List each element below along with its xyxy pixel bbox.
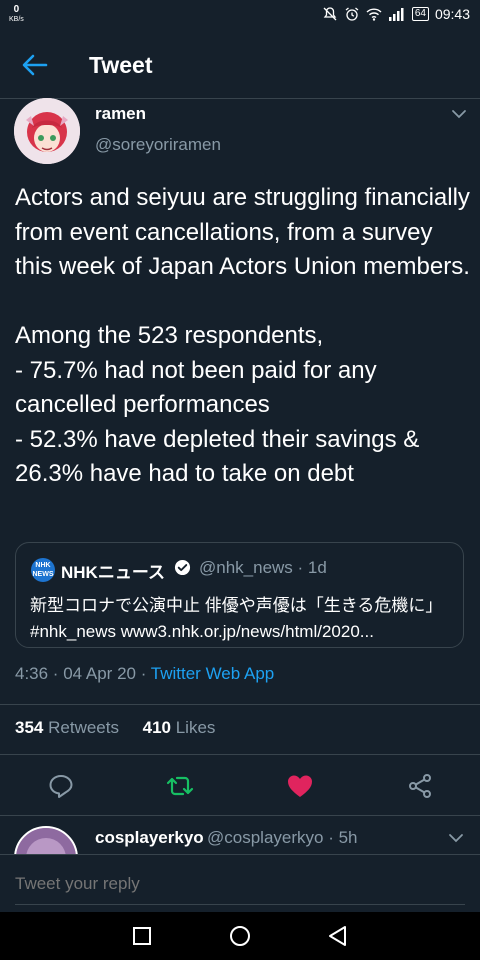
chevron-down-icon[interactable]: [451, 106, 467, 122]
network-speed-value: 0: [13, 4, 20, 15]
network-speed-unit: KB/s: [9, 16, 24, 23]
mute-icon: [322, 6, 338, 22]
signal-icon: [388, 7, 406, 21]
home-icon[interactable]: [228, 924, 252, 948]
status-bar: 0 KB/s 64 09:43: [0, 0, 480, 32]
retweets-count[interactable]: 354: [15, 718, 43, 737]
quoted-tweet-card[interactable]: NHK NEWS NHKニュース @nhk_news · 1d 新型コロナで公演…: [15, 542, 464, 648]
likes-label[interactable]: Likes: [176, 718, 216, 737]
tweet-metadata: 4:36 · 04 Apr 20 · Twitter Web App: [15, 664, 274, 684]
divider: [15, 904, 465, 905]
divider: [0, 754, 480, 755]
wifi-icon: [366, 7, 382, 21]
source-app-link[interactable]: Twitter Web App: [151, 664, 274, 683]
chevron-down-icon[interactable]: [448, 830, 464, 846]
retweets-label[interactable]: Retweets: [48, 718, 119, 737]
status-time: 09:43: [434, 6, 470, 22]
quoted-author-name: NHKニュース: [61, 563, 165, 582]
back-arrow-icon[interactable]: [22, 52, 48, 78]
page-title: Tweet: [89, 52, 153, 78]
likes-count[interactable]: 410: [143, 718, 171, 737]
author-handle[interactable]: @soreyoriramen: [95, 135, 221, 155]
divider: [0, 815, 480, 816]
reply-icon[interactable]: [47, 772, 75, 800]
app-header: Tweet: [0, 32, 480, 99]
quoted-author-handle: @nhk_news · 1d: [199, 558, 327, 577]
recent-apps-icon[interactable]: [130, 924, 154, 948]
tweet-timestamp: 4:36 · 04 Apr 20 ·: [15, 664, 151, 683]
alarm-icon: [344, 6, 360, 22]
verified-badge-icon: [174, 559, 191, 576]
reply-author-handle[interactable]: @cosplayerkyo · 5h: [207, 828, 358, 848]
anime-avatar-image: [14, 98, 80, 164]
author-name[interactable]: ramen: [95, 104, 146, 124]
system-navigation-bar: [0, 912, 480, 960]
reply-input[interactable]: [15, 874, 465, 894]
tweet-text: Actors and seiyuu are struggling financi…: [15, 184, 470, 487]
like-heart-icon[interactable]: [286, 772, 314, 800]
quoted-tweet-text: 新型コロナで公演中止 俳優や声優は「生きる危機に」#nhk_news www3.…: [30, 596, 443, 641]
tweet-stats: 354 Retweets 410 Likes: [15, 718, 215, 738]
reply-author-name[interactable]: cosplayerkyo: [95, 828, 204, 848]
retweet-icon[interactable]: [166, 772, 194, 800]
network-speed-indicator: 0 KB/s: [9, 5, 24, 25]
battery-level: 64: [411, 7, 429, 21]
back-triangle-icon[interactable]: [326, 924, 350, 948]
share-icon[interactable]: [406, 772, 434, 800]
divider: [0, 704, 480, 705]
nhk-news-logo: NHK NEWS: [31, 558, 55, 582]
author-avatar[interactable]: [14, 98, 80, 164]
